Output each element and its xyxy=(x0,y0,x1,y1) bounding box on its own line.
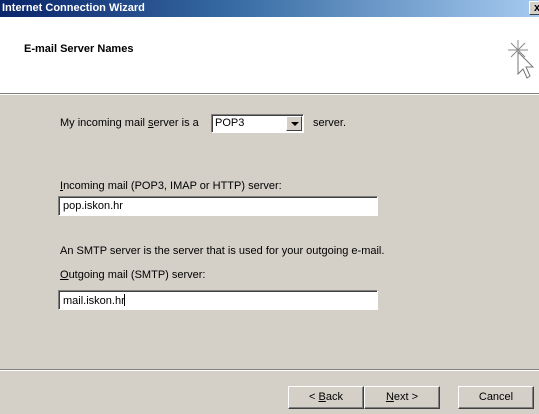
chevron-down-icon[interactable] xyxy=(286,116,302,131)
server-type-label-part1: My incoming mail xyxy=(60,117,149,129)
back-label-accel: B xyxy=(318,391,326,403)
server-type-label: My incoming mail server is a xyxy=(60,117,199,129)
server-type-suffix: server. xyxy=(313,117,347,129)
title-bar: Internet Connection Wizard x xyxy=(0,0,539,17)
incoming-server-label: Incoming mail (POP3, IMAP or HTTP) serve… xyxy=(60,180,282,192)
next-label-text: ext > xyxy=(393,391,419,403)
close-button[interactable]: x xyxy=(529,1,539,15)
page-title: E-mail Server Names xyxy=(24,43,134,55)
text-caret xyxy=(123,294,125,306)
cancel-button[interactable]: Cancel xyxy=(458,386,534,409)
server-type-label-part2: erver is a xyxy=(153,117,199,129)
server-type-value: POP3 xyxy=(215,117,245,129)
outgoing-server-label: Outgoing mail (SMTP) server: xyxy=(60,269,206,281)
server-type-select[interactable]: POP3 xyxy=(211,114,304,133)
footer-divider-highlight xyxy=(0,370,539,371)
next-label-accel: N xyxy=(385,391,394,403)
outgoing-server-text: mail.iskon.hr xyxy=(63,295,125,307)
back-label-text: ack xyxy=(325,391,343,403)
header-divider xyxy=(0,94,539,95)
wizard-cursor-icon xyxy=(508,40,535,79)
outgoing-server-input[interactable]: mail.iskon.hr xyxy=(58,290,378,310)
wizard-window: Internet Connection Wizard x E-mail Serv… xyxy=(0,0,539,414)
back-label-prefix: < xyxy=(309,391,319,403)
back-button[interactable]: < Back xyxy=(288,386,364,409)
wizard-header: E-mail Server Names xyxy=(0,17,539,94)
smtp-description: An SMTP server is the server that is use… xyxy=(60,245,385,257)
incoming-server-input[interactable]: pop.iskon.hr xyxy=(58,196,378,216)
incoming-server-value: pop.iskon.hr xyxy=(63,200,123,212)
close-icon: x xyxy=(533,2,539,14)
outgoing-label-accel: O xyxy=(60,269,69,281)
window-title: Internet Connection Wizard xyxy=(2,2,145,14)
outgoing-label-text: utgoing mail (SMTP) server: xyxy=(68,269,206,281)
incoming-label-text: ncoming mail (POP3, IMAP or HTTP) server… xyxy=(63,180,282,192)
outgoing-server-value: mail.iskon.hr xyxy=(63,294,125,307)
next-button[interactable]: Next > xyxy=(364,386,440,409)
